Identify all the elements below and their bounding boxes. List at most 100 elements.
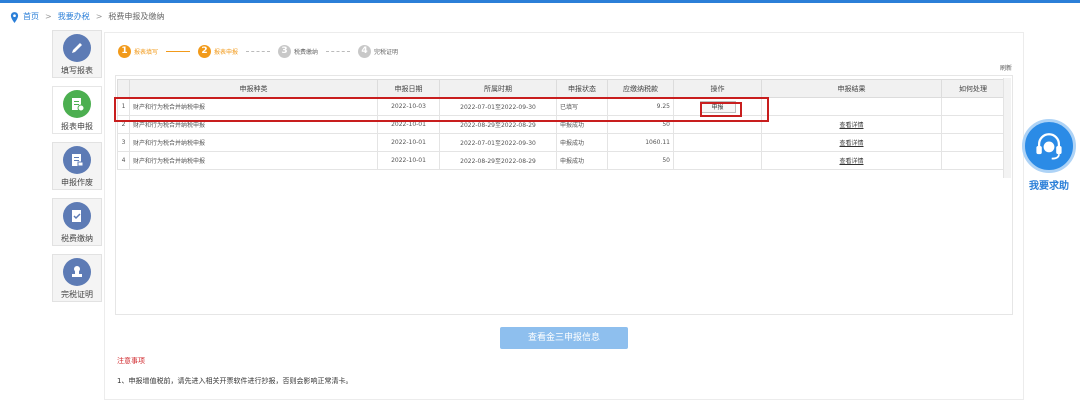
table-header-row: 申报种类 申报日期 所属时期 申报状态 应缴纳税款 操作 申报结果 如何处理 xyxy=(117,79,1005,98)
declaration-status: 申报成功 xyxy=(556,151,608,170)
certificate-stamp-icon xyxy=(63,258,91,286)
handling-method xyxy=(941,97,1005,116)
notice-title: 注意事项 xyxy=(117,357,145,365)
declaration-result: 查看详情 xyxy=(761,115,942,134)
column-header: 操作 xyxy=(673,79,762,98)
column-header: 申报日期 xyxy=(377,79,440,98)
step-connector xyxy=(166,50,191,52)
step-label: 完税证明 xyxy=(374,48,399,56)
declaration-status: 已填写 xyxy=(556,97,608,116)
location-pin-icon xyxy=(10,11,19,23)
row-number: 1 xyxy=(117,97,130,116)
help-widget[interactable]: 我要求助 xyxy=(1020,119,1078,199)
step-number: 4 xyxy=(358,44,372,58)
declaration-period: 2022-07-01至2022-09-30 xyxy=(439,97,557,116)
declaration-result: 查看详情 xyxy=(761,151,942,170)
sidebar-item-label: 报表申报 xyxy=(61,122,93,131)
declaration-type: 财产和行为税合并纳税申报 xyxy=(129,115,378,134)
row-number: 2 xyxy=(117,115,130,134)
declaration-period: 2022-08-29至2022-08-29 xyxy=(439,115,557,134)
sidebar-item-label: 填写报表 xyxy=(61,66,93,75)
step-tax-payment: 3 税费缴纳 xyxy=(278,44,318,58)
table-row: 1 财产和行为税合并纳税申报 2022-10-03 2022-07-01至202… xyxy=(117,97,1005,116)
help-label[interactable]: 我要求助 xyxy=(1020,177,1078,192)
pencil-icon xyxy=(63,34,91,62)
action-cell xyxy=(673,133,762,152)
tax-amount: 50 xyxy=(607,151,674,170)
tax-amount: 9.25 xyxy=(607,97,674,116)
column-header: 应缴纳税款 xyxy=(607,79,674,98)
declaration-result: 查看详情 xyxy=(761,133,942,152)
table-scrollbar[interactable] xyxy=(1003,78,1011,178)
step-connector xyxy=(326,50,351,52)
column-header: 申报结果 xyxy=(761,79,942,98)
action-cell xyxy=(673,151,762,170)
sidebar-item-tax-payment[interactable]: 税费缴纳 xyxy=(52,198,102,246)
declaration-result xyxy=(761,97,942,116)
progress-steps: 1 报表填写 2 报表申报 3 税费缴纳 4 完税证明 xyxy=(118,44,398,58)
void-document-icon xyxy=(63,146,91,174)
refresh-link[interactable]: 刷新 xyxy=(1000,63,1012,72)
declaration-type: 财产和行为税合并纳税申报 xyxy=(129,151,378,170)
handling-method xyxy=(941,151,1005,170)
breadcrumb-separator: > xyxy=(95,12,103,21)
tax-amount: 50 xyxy=(607,115,674,134)
step-report-submit: 2 报表申报 xyxy=(198,44,239,58)
view-details-link[interactable]: 查看详情 xyxy=(839,140,863,147)
top-accent-bar xyxy=(0,0,1080,3)
sidebar-item-void-declaration[interactable]: 申报作废 xyxy=(52,142,102,190)
breadcrumb: 首页 > 我要办税 > 税费申报及缴纳 xyxy=(10,10,164,24)
view-details-link[interactable]: 查看详情 xyxy=(839,158,863,165)
declaration-period: 2022-08-29至2022-08-29 xyxy=(439,151,557,170)
step-connector xyxy=(246,50,271,52)
declaration-table-panel: 申报种类 申报日期 所属时期 申报状态 应缴纳税款 操作 申报结果 如何处理 1… xyxy=(115,75,1013,315)
declaration-type: 财产和行为税合并纳税申报 xyxy=(129,97,378,116)
step-number: 2 xyxy=(198,44,212,58)
table-row: 2 财产和行为税合并纳税申报 2022-10-01 2022-08-29至202… xyxy=(117,115,1005,134)
declaration-period: 2022-07-01至2022-09-30 xyxy=(439,133,557,152)
step-label: 报表申报 xyxy=(214,48,239,56)
handling-method xyxy=(941,133,1005,152)
handling-method xyxy=(941,115,1005,134)
action-cell: 申报 xyxy=(673,97,762,116)
tax-amount: 1060.11 xyxy=(607,133,674,152)
breadcrumb-home[interactable]: 首页 xyxy=(23,10,39,24)
sidebar-item-report-submit[interactable]: 报表申报 xyxy=(52,86,102,134)
view-jinsan-declaration-button[interactable]: 查看金三申报信息 xyxy=(500,327,628,349)
declaration-status: 申报成功 xyxy=(556,115,608,134)
step-number: 1 xyxy=(118,44,131,58)
declare-button[interactable]: 申报 xyxy=(699,100,736,113)
declaration-date: 2022-10-01 xyxy=(377,151,440,170)
notice-text: 1、申报增值税前，请先进入相关开票软件进行抄报，否则会影响正常清卡。 xyxy=(117,377,353,385)
step-label: 报表填写 xyxy=(134,48,159,56)
customer-service-headset-icon xyxy=(1022,119,1076,173)
report-submit-icon xyxy=(63,90,91,118)
sidebar-item-tax-certificate[interactable]: 完税证明 xyxy=(52,254,102,302)
table-row: 4 财产和行为税合并纳税申报 2022-10-01 2022-08-29至202… xyxy=(117,151,1005,170)
column-header: 所属时期 xyxy=(439,79,557,98)
sidebar-item-label: 申报作废 xyxy=(61,178,93,187)
step-number: 3 xyxy=(278,44,292,58)
step-tax-certificate: 4 完税证明 xyxy=(358,44,399,58)
column-header: 如何处理 xyxy=(941,79,1005,98)
column-header: 申报种类 xyxy=(129,79,378,98)
declaration-date: 2022-10-03 xyxy=(377,97,440,116)
view-details-link[interactable]: 查看详情 xyxy=(839,122,863,129)
row-number: 4 xyxy=(117,151,130,170)
declaration-type: 财产和行为税合并纳税申报 xyxy=(129,133,378,152)
breadcrumb-section[interactable]: 我要办税 xyxy=(58,10,90,24)
row-number: 3 xyxy=(117,133,130,152)
table-row: 3 财产和行为税合并纳税申报 2022-10-01 2022-07-01至202… xyxy=(117,133,1005,152)
sidebar-item-fill-report[interactable]: 填写报表 xyxy=(52,30,102,78)
declaration-date: 2022-10-01 xyxy=(377,133,440,152)
sidebar-item-label: 完税证明 xyxy=(61,290,93,299)
declaration-date: 2022-10-01 xyxy=(377,115,440,134)
declaration-table: 申报种类 申报日期 所属时期 申报状态 应缴纳税款 操作 申报结果 如何处理 1… xyxy=(117,79,1005,170)
sidebar-item-label: 税费缴纳 xyxy=(61,234,93,243)
breadcrumb-current: 税费申报及缴纳 xyxy=(108,12,165,21)
column-header xyxy=(117,79,130,98)
breadcrumb-separator: > xyxy=(45,12,52,21)
column-header: 申报状态 xyxy=(556,79,608,98)
step-fill-report: 1 报表填写 xyxy=(118,44,159,58)
action-cell xyxy=(673,115,762,134)
